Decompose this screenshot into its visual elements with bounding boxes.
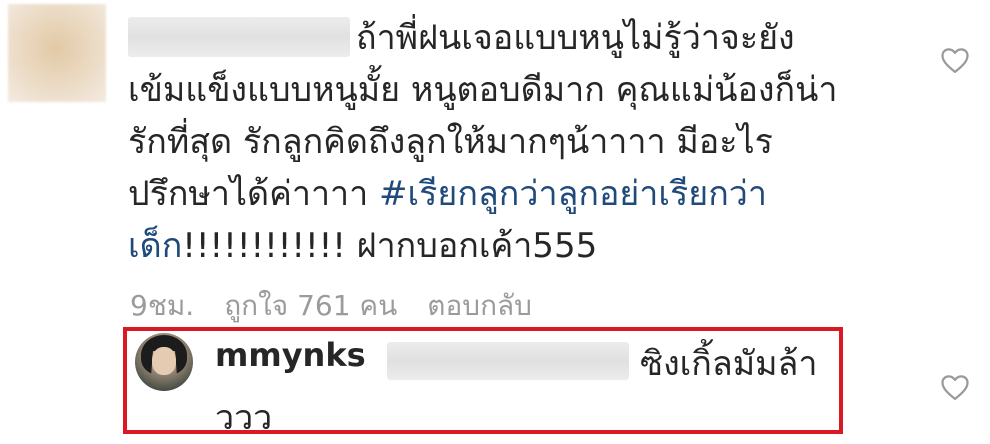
avatar-face — [152, 347, 176, 375]
comment-text-tail: !!!!!!!!!!!! ฝากบอกเค้า555 — [182, 226, 598, 266]
heart-outline-icon[interactable] — [940, 46, 970, 74]
comment-likes-count[interactable]: ถูกใจ 761 คน — [224, 284, 397, 328]
reply-text-line1: ซิงเกิ้ลมัมล้า — [640, 344, 818, 384]
reply-text-line2: ววว — [215, 398, 273, 438]
reply-avatar[interactable] — [135, 333, 193, 391]
reply-mention-blurred[interactable] — [387, 342, 629, 380]
comment-time: 9ชม. — [130, 289, 195, 322]
comment-reply-button[interactable]: ตอบกลับ — [427, 284, 532, 328]
comment-body: ถ้าพี่ฝนเจอแบบหนูไม่รู้ว่าจะยังเข้มแข็งแ… — [128, 12, 848, 272]
reply-username[interactable]: mmynks — [215, 336, 366, 374]
commenter-username-blurred[interactable] — [128, 17, 350, 57]
heart-outline-icon[interactable] — [940, 373, 970, 401]
commenter-avatar-blurred[interactable] — [8, 4, 106, 102]
comment-meta: 9ชม. ถูกใจ 761 คน ตอบกลับ — [130, 284, 532, 328]
